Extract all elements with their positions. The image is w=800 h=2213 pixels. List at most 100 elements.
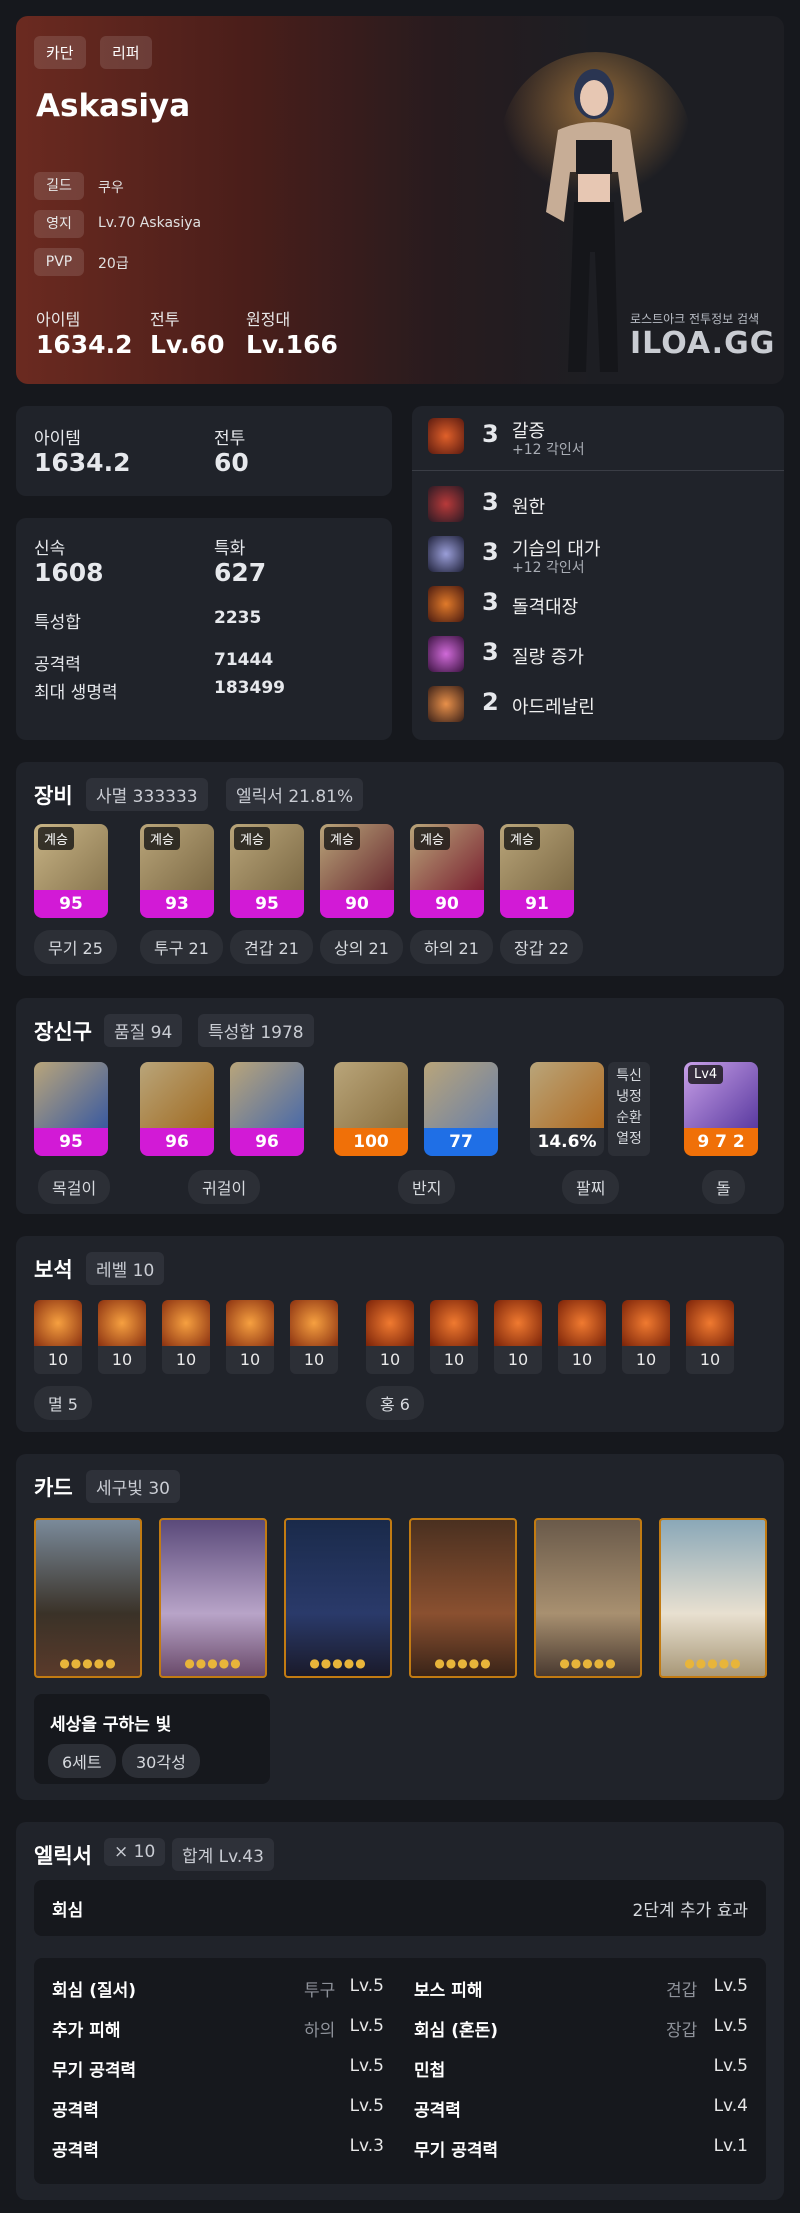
- card-5[interactable]: ●●●●●: [534, 1518, 642, 1678]
- engravings-panel: 3 갈증 +12 각인서 3 원한 3 기습의 대가 +12 각인서 3 돌격대…: [412, 406, 784, 740]
- succession-tag: 계승: [144, 827, 180, 850]
- gloves-slot[interactable]: 계승 91: [500, 824, 574, 918]
- elixir-option-part: 하의: [304, 2021, 336, 2041]
- chest-slot[interactable]: 계승 90: [320, 824, 394, 918]
- elixir-count-chip: × 10: [104, 1838, 166, 1866]
- pvp-label: PVP: [34, 248, 84, 276]
- card-6[interactable]: ●●●●●: [659, 1518, 767, 1678]
- engraving-icon: [428, 686, 464, 722]
- helmet-slot[interactable]: 계승 93: [140, 824, 214, 918]
- ring-2-slot[interactable]: 77: [424, 1062, 498, 1156]
- chest-label: 상의 21: [320, 930, 403, 964]
- engraving-row[interactable]: 3 기습의 대가 +12 각인서: [412, 532, 784, 576]
- elixir-option-part: 투구: [304, 1981, 336, 2001]
- hero-expedition-label: 원정대: [246, 310, 291, 329]
- quality-value: 100: [334, 1128, 408, 1156]
- engraving-level: 3: [482, 538, 499, 566]
- elixir-option-name: 민첩: [414, 2061, 446, 2081]
- annihilation-gem[interactable]: 10: [34, 1300, 82, 1374]
- earring-2-slot[interactable]: 96: [230, 1062, 304, 1156]
- class-tag[interactable]: 리퍼: [100, 36, 152, 69]
- helmet-label: 투구 21: [140, 930, 223, 964]
- crimson-gem[interactable]: 10: [430, 1300, 478, 1374]
- engraving-row[interactable]: 2 아드레날린: [412, 682, 784, 726]
- hero-item-label: 아이템: [36, 310, 81, 329]
- engraving-top[interactable]: 3 갈증 +12 각인서: [412, 414, 784, 458]
- engraving-level: 3: [482, 638, 499, 666]
- elixir-list: 회심 (질서) 투구 Lv.5 추가 피해 하의 Lv.5 무기 공격력 Lv.…: [34, 1958, 766, 2184]
- weapon-label: 무기 25: [34, 930, 117, 964]
- quality-value: 93: [140, 890, 214, 918]
- earring-1-slot[interactable]: 96: [140, 1062, 214, 1156]
- card-awakening-total: 30각성: [122, 1744, 200, 1778]
- equipment-title: 장비: [34, 784, 73, 808]
- crimson-gem[interactable]: 10: [558, 1300, 606, 1374]
- engraving-name: 원한: [512, 497, 546, 518]
- crimson-gem[interactable]: 10: [494, 1300, 542, 1374]
- engraving-name: 아드레날린: [512, 697, 595, 718]
- ring-1-slot[interactable]: 100: [334, 1062, 408, 1156]
- elixir-option-level: Lv.1: [713, 2136, 748, 2156]
- hp-label: 최대 생명력: [34, 683, 118, 703]
- annihilation-gem[interactable]: 10: [98, 1300, 146, 1374]
- engraving-row[interactable]: 3 질량 증가: [412, 632, 784, 676]
- succession-tag: 계승: [414, 827, 450, 850]
- elixir-effect-name: 회심: [52, 1901, 84, 1921]
- elixir-option-name: 무기 공격력: [52, 2061, 137, 2081]
- crimson-gem[interactable]: 10: [366, 1300, 414, 1374]
- elixir-title: 엘릭서: [34, 1844, 92, 1868]
- elixir-option-part: 견갑: [666, 1981, 698, 2001]
- summary-panel: 아이템 1634.2 전투 60: [16, 406, 392, 496]
- weapon-slot[interactable]: 계승 95: [34, 824, 108, 918]
- annihilation-gem[interactable]: 10: [226, 1300, 274, 1374]
- engraving-icon: [428, 636, 464, 672]
- hero-expedition-value: Lv.166: [246, 330, 338, 359]
- pants-label: 하의 21: [410, 930, 493, 964]
- elixir-option-level: Lv.5: [349, 2016, 384, 2036]
- engraving-level: 3: [482, 488, 499, 516]
- pants-slot[interactable]: 계승 90: [410, 824, 484, 918]
- guild-label: 길드: [34, 172, 84, 200]
- card-set-box: 세상을 구하는 빛 6세트 30각성: [34, 1694, 270, 1784]
- shoulder-slot[interactable]: 계승 95: [230, 824, 304, 918]
- equipment-elixir-chip: 엘릭서 21.81%: [226, 778, 364, 811]
- bracelet-effect: 순환: [616, 1110, 642, 1126]
- ability-stone-slot[interactable]: Lv4 9 7 2: [684, 1062, 758, 1156]
- profile-hero: 카단 리퍼 Askasiya 길드 쿠우 영지 Lv.70 Askasiya P…: [16, 16, 784, 384]
- server-tag[interactable]: 카단: [34, 36, 86, 69]
- swift-label: 신속: [34, 539, 66, 559]
- equipment-set-chip: 사멸 333333: [86, 778, 208, 811]
- engraving-book: +12 각인서: [512, 560, 585, 576]
- brand-logo: ILOA.GG: [630, 326, 776, 361]
- hero-item-value: 1634.2: [36, 330, 133, 359]
- engraving-icon: [428, 586, 464, 622]
- card-4[interactable]: ●●●●●: [409, 1518, 517, 1678]
- shoulder-label: 견갑 21: [230, 930, 313, 964]
- divider: [412, 470, 784, 471]
- annihilation-count: 멸 5: [34, 1386, 92, 1420]
- pvp-value: 20급: [98, 256, 129, 272]
- card-2[interactable]: ●●●●●: [159, 1518, 267, 1678]
- crimson-gem[interactable]: 10: [686, 1300, 734, 1374]
- necklace-slot[interactable]: 95: [34, 1062, 108, 1156]
- swift-value: 1608: [34, 558, 104, 587]
- engraving-row[interactable]: 3 원한: [412, 482, 784, 526]
- total-stat-label: 특성합: [34, 613, 81, 633]
- elixir-effect-box: 회심 2단계 추가 효과: [34, 1880, 766, 1936]
- spec-label: 특화: [214, 539, 246, 559]
- annihilation-gem[interactable]: 10: [162, 1300, 210, 1374]
- card-3[interactable]: ●●●●●: [284, 1518, 392, 1678]
- gem-level: 10: [379, 1350, 401, 1369]
- ring-label: 반지: [398, 1170, 456, 1204]
- engraving-row[interactable]: 3 돌격대장: [412, 582, 784, 626]
- bracelet-label: 팔찌: [562, 1170, 620, 1204]
- earring-label: 귀걸이: [188, 1170, 261, 1204]
- bracelet-slot[interactable]: 14.6%: [530, 1062, 604, 1156]
- stone-label: 돌: [702, 1170, 745, 1204]
- crimson-gem[interactable]: 10: [622, 1300, 670, 1374]
- annihilation-gem[interactable]: 10: [290, 1300, 338, 1374]
- card-set-name: 세상을 구하는 빛: [50, 1715, 172, 1735]
- hero-combat-label: 전투: [150, 310, 180, 329]
- card-1[interactable]: ●●●●●: [34, 1518, 142, 1678]
- gem-level: 10: [443, 1350, 465, 1369]
